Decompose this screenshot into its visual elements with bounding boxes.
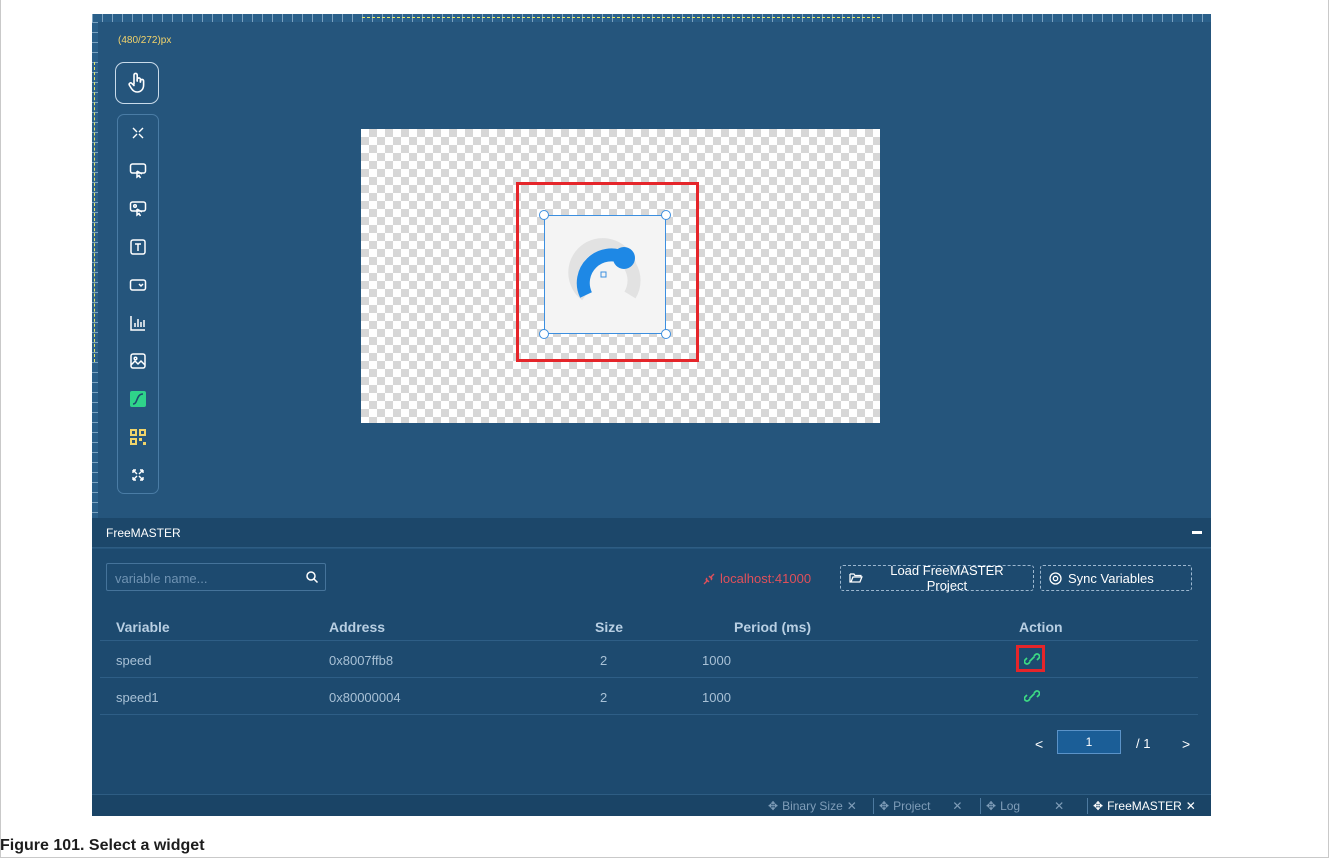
- gui-guider-window: (480/272)px FreeMASTER variable name... …: [92, 14, 1211, 816]
- tab-drag-icon: ✥: [879, 799, 890, 813]
- tab-freemaster[interactable]: ✥ FreeMASTER ✕: [1093, 799, 1196, 813]
- cell-period: 1000: [702, 690, 731, 705]
- resize-handle[interactable]: [539, 210, 549, 220]
- chart-widget-icon[interactable]: [126, 311, 150, 335]
- minimize-icon[interactable]: [1192, 531, 1202, 534]
- load-freemaster-project-button[interactable]: Load FreeMASTER Project: [840, 563, 1034, 593]
- close-icon[interactable]: ✕: [847, 799, 857, 813]
- cell-address: 0x8007ffb8: [329, 653, 394, 668]
- load-project-label: Load FreeMASTER Project: [890, 563, 1004, 593]
- freemaster-panel-header: FreeMASTER: [92, 518, 1211, 548]
- cell-size: 2: [600, 690, 608, 705]
- button-widget-icon[interactable]: [126, 159, 150, 183]
- tab-label: Binary Size: [782, 799, 843, 813]
- canvas-size-label: (480/272)px: [118, 35, 172, 46]
- column-header-period[interactable]: Period (ms): [734, 619, 811, 635]
- resize-handle[interactable]: [661, 329, 671, 339]
- close-icon[interactable]: ✕: [1054, 799, 1064, 813]
- sync-variables-button[interactable]: Sync Variables: [1040, 565, 1192, 591]
- action-highlight: [1016, 645, 1045, 672]
- resize-handle[interactable]: [539, 329, 549, 339]
- tab-project[interactable]: ✥ Project ✕: [879, 799, 962, 813]
- horizontal-ruler: [92, 14, 1211, 22]
- sync-icon: [1049, 571, 1062, 585]
- image-button-widget-icon[interactable]: [126, 197, 150, 221]
- column-header-size[interactable]: Size: [595, 619, 623, 635]
- page-total: / 1: [1136, 736, 1151, 751]
- tab-binary-size[interactable]: ✥ Binary Size ✕: [768, 799, 857, 813]
- close-icon[interactable]: ✕: [952, 799, 962, 813]
- link-icon: [1024, 690, 1040, 702]
- link-variable-button[interactable]: [1023, 689, 1041, 703]
- bottom-tab-bar: ✥ Binary Size ✕ ✥ Project ✕ ✥ Log ✕ ✥ Fr…: [92, 794, 1211, 816]
- close-icon[interactable]: ✕: [1186, 799, 1196, 813]
- tab-label: FreeMASTER: [1107, 799, 1182, 813]
- arc-gauge: [568, 238, 641, 301]
- pointer-tool-button[interactable]: [115, 62, 159, 104]
- tab-log[interactable]: ✥ Log ✕: [986, 799, 1064, 813]
- cell-variable: speed: [116, 653, 152, 668]
- previous-page-button[interactable]: <: [1035, 736, 1043, 752]
- page-number-input[interactable]: 1: [1057, 730, 1121, 754]
- panel-title: FreeMASTER: [106, 526, 181, 540]
- cell-period: 1000: [702, 653, 731, 668]
- folder-open-icon: [849, 573, 863, 583]
- tab-drag-icon: ✥: [1093, 799, 1104, 813]
- search-icon[interactable]: [305, 570, 319, 584]
- vertical-ruler: [92, 22, 98, 518]
- search-input[interactable]: [115, 568, 295, 588]
- collapse-icon[interactable]: [126, 121, 150, 145]
- sync-variables-label: Sync Variables: [1068, 570, 1154, 586]
- label-widget-icon[interactable]: [126, 235, 150, 259]
- dropdown-widget-icon[interactable]: [126, 273, 150, 297]
- tab-drag-icon: ✥: [986, 799, 997, 813]
- connection-address: localhost:41000: [720, 571, 812, 586]
- tab-label: Log: [1000, 799, 1021, 813]
- tab-label: Project: [893, 799, 931, 813]
- column-header-variable[interactable]: Variable: [116, 619, 170, 635]
- animation-widget-icon[interactable]: [126, 387, 150, 411]
- tab-drag-icon: ✥: [768, 799, 779, 813]
- variable-search: [106, 563, 326, 591]
- connection-status: localhost:41000: [702, 571, 811, 586]
- column-header-action[interactable]: Action: [1019, 619, 1063, 635]
- figure-caption: Figure 101. Select a widget: [0, 837, 205, 854]
- cell-variable: speed1: [116, 690, 159, 705]
- column-header-address[interactable]: Address: [329, 619, 385, 635]
- disconnected-icon: [703, 573, 715, 584]
- cell-size: 2: [600, 653, 608, 668]
- resize-handle[interactable]: [661, 210, 671, 220]
- image-widget-icon[interactable]: [126, 349, 150, 373]
- cell-address: 0x80000004: [329, 690, 401, 705]
- arc-widget[interactable]: [539, 210, 671, 339]
- widget-toolbox: [117, 114, 159, 494]
- expand-icon[interactable]: [126, 463, 150, 487]
- qr-code-widget-icon[interactable]: [126, 425, 150, 449]
- next-page-button[interactable]: >: [1182, 736, 1190, 752]
- freemaster-panel: localhost:41000 Load FreeMASTER Project …: [92, 549, 1211, 794]
- hand-pointer-icon: [128, 72, 145, 93]
